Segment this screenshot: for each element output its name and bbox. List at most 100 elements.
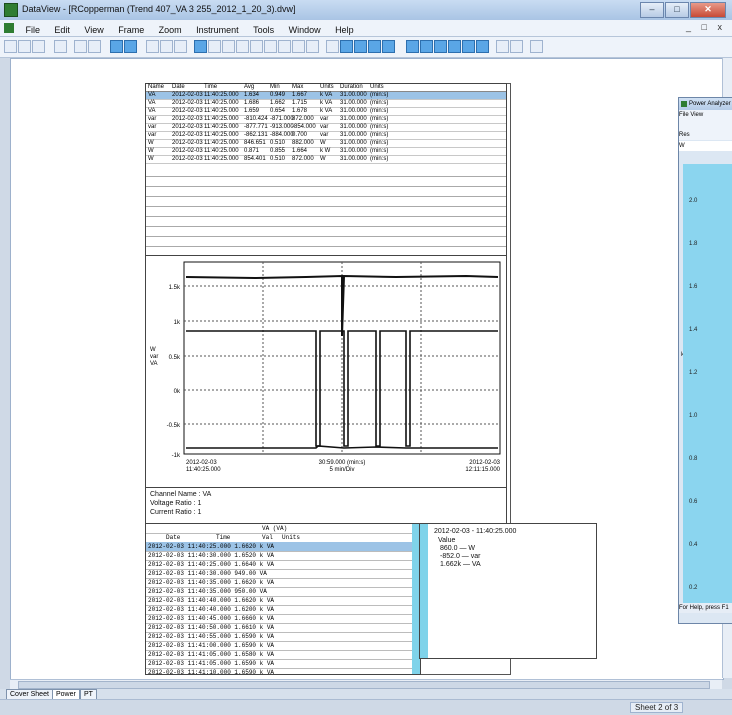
layout-6-icon[interactable]: [476, 40, 489, 53]
align-top-icon[interactable]: [382, 40, 395, 53]
cell: 0.700: [292, 132, 308, 138]
summary-row[interactable]: W 2012-02-03 11:40:25.000 854.401 0.510 872.0…: [146, 156, 506, 164]
empty-row-line: [146, 206, 506, 207]
align-center-icon[interactable]: [354, 40, 367, 53]
data-table-row[interactable]: 2012-02-03 11:41:10.000 1.6590 k VA: [146, 668, 412, 675]
menu-frame[interactable]: Frame: [113, 23, 149, 37]
box-icon[interactable]: [306, 40, 319, 53]
text-icon[interactable]: [236, 40, 249, 53]
cell: Max: [292, 84, 304, 90]
row-text: 2012-02-03 11:40:25.000 1.6620 k VA: [148, 543, 275, 550]
mdi-controls[interactable]: _ □ x: [686, 22, 726, 32]
cell: (min:s): [370, 132, 389, 138]
popup-channel-select[interactable]: W: [679, 141, 732, 151]
cursor-icon[interactable]: [194, 40, 207, 53]
layout-4-icon[interactable]: [448, 40, 461, 53]
horizontal-scrollbar[interactable]: [10, 679, 722, 689]
cell: 1.667: [292, 92, 308, 98]
power-analyzer-window[interactable]: Power Analyzer File View Res W kW 2.01.8…: [678, 97, 732, 624]
menu-window[interactable]: Window: [284, 23, 326, 37]
summary-header[interactable]: Name Date Time Avg Min Max Units Duration Units: [146, 84, 506, 92]
zoom-icon[interactable]: [326, 40, 339, 53]
cell: (min:s): [370, 92, 389, 98]
summary-row[interactable]: W 2012-02-03 11:40:25.000 846.651 0.510 882.0…: [146, 140, 506, 148]
layout-2-icon[interactable]: [420, 40, 433, 53]
popup-tab-res[interactable]: Res: [679, 130, 732, 140]
layout-3-icon[interactable]: [434, 40, 447, 53]
popup-menu[interactable]: File View: [679, 110, 732, 120]
row-text: 2012-02-03 11:41:10.000 1.6590 k VA: [148, 669, 275, 675]
document-icon[interactable]: [4, 23, 14, 33]
data-table[interactable]: VA (VA) Date Time Val Units 2012-02-03 11:40:…: [145, 523, 421, 675]
horizontal-scroll-thumb[interactable]: [18, 681, 710, 689]
print-icon[interactable]: [74, 40, 87, 53]
copy-icon[interactable]: [496, 40, 509, 53]
paste-icon[interactable]: [510, 40, 523, 53]
cell: var: [320, 124, 329, 130]
align-left-icon[interactable]: [340, 40, 353, 53]
frame-icon[interactable]: [174, 40, 187, 53]
summary-row[interactable]: var 2012-02-03 11:40:25.000 -862.131 -884.00…: [146, 132, 506, 140]
summary-row[interactable]: W 2012-02-03 11:40:25.000 0.871 0.855 1.664 k …: [146, 148, 506, 156]
image-icon[interactable]: [264, 40, 277, 53]
arrow-icon[interactable]: [278, 40, 291, 53]
cell: 0.510: [270, 140, 286, 146]
menu-file[interactable]: File: [20, 23, 45, 37]
summary-row[interactable]: VA 2012-02-03 11:40:25.000 1.686 1.662 1.715 k…: [146, 100, 506, 108]
rect-icon[interactable]: [222, 40, 235, 53]
popup-plot: [683, 164, 732, 604]
cell: Min: [270, 84, 280, 90]
menu-zoom[interactable]: Zoom: [154, 23, 187, 37]
print-setup-icon[interactable]: [54, 40, 67, 53]
layout-1-icon[interactable]: [406, 40, 419, 53]
row-text: 2012-02-03 11:40:25.000 1.6640 k VA: [148, 561, 275, 568]
minimize-button[interactable]: –: [640, 2, 664, 18]
window-controls: – □ ✕: [639, 2, 726, 18]
trend-chart-svg: 1.5k 1k 0.5k 0k -0.5k -1k W var VA 2012-…: [150, 261, 501, 473]
cell: VA: [148, 100, 156, 106]
open-icon[interactable]: [18, 40, 31, 53]
maximize-button[interactable]: □: [665, 2, 689, 18]
menu-bar: File Edit View Frame Zoom Instrument Too…: [0, 20, 732, 37]
wave-icon[interactable]: [160, 40, 173, 53]
layout-5-icon[interactable]: [462, 40, 475, 53]
summary-row[interactable]: var 2012-02-03 11:40:25.000 -810.424 -871.00…: [146, 116, 506, 124]
menu-view[interactable]: View: [79, 23, 108, 37]
print-preview-icon[interactable]: [88, 40, 101, 53]
cell: 872.000: [292, 156, 314, 162]
label-icon[interactable]: [250, 40, 263, 53]
popup-y-tick: 1.2: [689, 370, 698, 376]
summary-row[interactable]: var 2012-02-03 11:40:25.000 -877.771 -913.00…: [146, 124, 506, 132]
empty-row-line: [146, 196, 506, 197]
popup-status: For Help, press F1: [679, 603, 732, 613]
cell: 31.00.000: [340, 100, 367, 106]
x-left-time: 11:40:25.000: [186, 467, 221, 473]
close-button[interactable]: ✕: [690, 2, 726, 18]
menu-help[interactable]: Help: [330, 23, 359, 37]
summary-row[interactable]: VA 2012-02-03 11:40:25.000 1.659 0.654 1.678 k…: [146, 108, 506, 116]
refresh-icon[interactable]: [530, 40, 543, 53]
line-icon[interactable]: [292, 40, 305, 53]
chart-icon[interactable]: [208, 40, 221, 53]
summary-row[interactable]: VA 2012-02-03 11:40:25.000 1.634 0.949 1.667 k…: [146, 92, 506, 100]
new-icon[interactable]: [4, 40, 17, 53]
y-tick-6: -1k: [172, 453, 181, 459]
grid-icon[interactable]: [110, 40, 123, 53]
cell: var: [320, 116, 329, 122]
cell: var: [148, 132, 157, 138]
pointer-icon[interactable]: [146, 40, 159, 53]
trend-chart[interactable]: 1.5k 1k 0.5k 0k -0.5k -1k W var VA 2012-…: [145, 255, 507, 489]
x-left-date: 2012-02-03: [186, 460, 217, 466]
menu-tools[interactable]: Tools: [248, 23, 279, 37]
align-right-icon[interactable]: [368, 40, 381, 53]
empty-row-line: [146, 236, 506, 237]
table-icon[interactable]: [124, 40, 137, 53]
menu-edit[interactable]: Edit: [49, 23, 75, 37]
save-icon[interactable]: [32, 40, 45, 53]
cursor-pane-scrollbar[interactable]: [420, 524, 428, 658]
menu-instrument[interactable]: Instrument: [191, 23, 244, 37]
y-tick-4: 0k: [174, 389, 181, 395]
popup-toolbar[interactable]: [679, 120, 732, 130]
cell: k VA: [320, 100, 333, 106]
column-header: Date: [166, 534, 181, 541]
